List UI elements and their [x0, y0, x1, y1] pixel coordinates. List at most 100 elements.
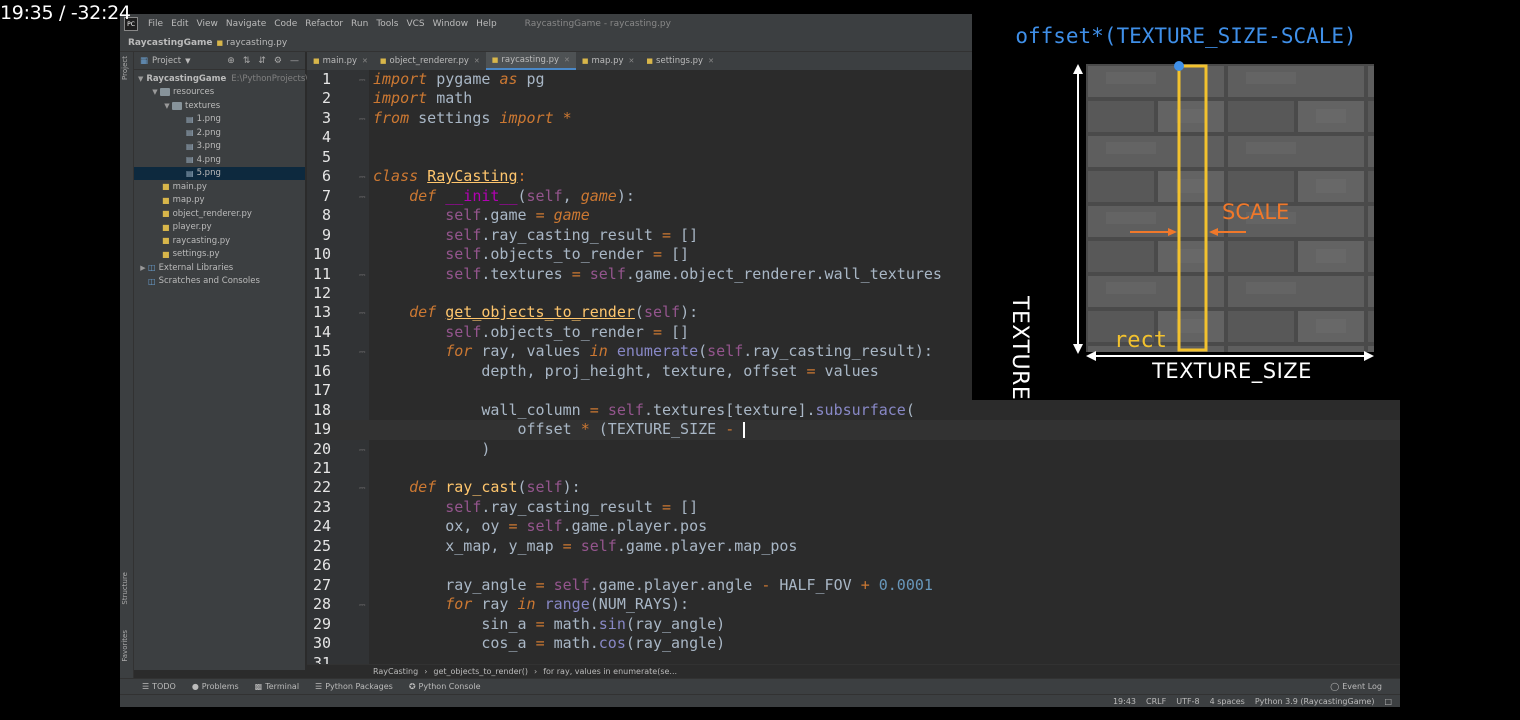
fold-marker-icon[interactable]: ⎓ — [359, 171, 368, 182]
tree-file[interactable]: ■ object_renderer.py — [134, 207, 305, 221]
fold-marker-icon[interactable]: ⎓ — [359, 74, 368, 85]
code-line[interactable]: 29 sin_a = math.sin(ray_angle) — [307, 615, 1400, 634]
menu-file[interactable]: File — [144, 19, 167, 29]
code-line[interactable]: 18 wall_column = self.textures[texture].… — [307, 401, 1400, 420]
code-text: from settings import * — [373, 108, 572, 127]
code-line[interactable]: 31 — [307, 654, 1400, 665]
tree-file[interactable]: ■ settings.py — [134, 248, 305, 262]
tree-file[interactable]: ▤ 2.png — [134, 126, 305, 140]
project-view-icon: ▦ — [140, 55, 149, 66]
code-line[interactable]: 27 ray_angle = self.game.player.angle - … — [307, 576, 1400, 595]
python-packages-tool-button[interactable]: ☰ Python Packages — [315, 682, 393, 691]
tree-external-libraries[interactable]: ▶ ◫ External Libraries — [134, 261, 305, 275]
close-icon[interactable]: ✕ — [629, 57, 635, 65]
menu-code[interactable]: Code — [270, 19, 301, 29]
fold-marker-icon[interactable]: ⎓ — [359, 269, 368, 280]
python-file-icon: ■ — [162, 182, 170, 192]
tree-root[interactable]: ▼ RaycastingGame E:\PythonProjects\ — [134, 72, 308, 86]
menu-refactor[interactable]: Refactor — [301, 19, 347, 29]
code-line[interactable]: 24 ox, oy = self.game.player.pos — [307, 517, 1400, 536]
caret-position[interactable]: 19:43 — [1113, 697, 1136, 706]
problems-tool-button[interactable]: ● Problems — [192, 682, 239, 691]
fold-marker-icon[interactable]: ⎓ — [359, 444, 368, 455]
menu-edit[interactable]: Edit — [167, 19, 192, 29]
tab-object-renderer[interactable]: ■ object_renderer.py ✕ — [374, 52, 486, 70]
structure-tool-tab[interactable]: Structure — [121, 572, 129, 605]
fold-marker-icon[interactable]: ⎓ — [359, 113, 368, 124]
file-encoding[interactable]: UTF-8 — [1176, 697, 1199, 706]
terminal-tool-button[interactable]: ▩ Terminal — [255, 682, 299, 691]
python-interpreter[interactable]: Python 3.9 (RaycastingGame) — [1255, 697, 1375, 706]
menu-run[interactable]: Run — [347, 19, 372, 29]
code-line[interactable]: 22 ⎓ def ray_cast(self): — [307, 478, 1400, 497]
gear-icon[interactable]: ⚙ — [274, 56, 282, 66]
tab-settings[interactable]: ■ settings.py ✕ — [640, 52, 720, 70]
close-icon[interactable]: ✕ — [474, 57, 480, 65]
code-line[interactable]: 26 — [307, 556, 1400, 575]
code-line[interactable]: 21 — [307, 459, 1400, 478]
code-line[interactable]: 23 self.ray_casting_result = [] — [307, 498, 1400, 517]
code-line-current[interactable]: 19 offset * (TEXTURE_SIZE - — [307, 420, 1400, 440]
tree-scratches[interactable]: ◫ Scratches and Consoles — [134, 275, 305, 289]
locate-icon[interactable]: ⊕ — [227, 56, 235, 66]
code-line[interactable]: 30 cos_a = math.cos(ray_angle) — [307, 634, 1400, 653]
close-icon[interactable]: ✕ — [708, 57, 714, 65]
breadcrumb-class[interactable]: RayCasting — [373, 667, 418, 676]
tree-file[interactable]: ▤ 3.png — [134, 140, 305, 154]
chevron-right-icon[interactable]: ▶ — [138, 264, 148, 272]
close-icon[interactable]: ✕ — [564, 56, 570, 64]
tree-file[interactable]: ▤ 4.png — [134, 153, 305, 167]
code-text: offset * (TEXTURE_SIZE - — [373, 420, 746, 439]
chevron-down-icon[interactable]: ▼ — [150, 88, 160, 96]
tree-file[interactable]: ▤ 1.png — [134, 113, 305, 127]
event-log-tool-button[interactable]: ◯ Event Log — [1330, 682, 1382, 691]
indent-setting[interactable]: 4 spaces — [1210, 697, 1245, 706]
nav-file[interactable]: ■ raycasting.py — [217, 38, 288, 48]
tab-raycasting[interactable]: ■ raycasting.py ✕ — [485, 52, 576, 70]
chevron-down-icon[interactable]: ▼ — [162, 102, 172, 110]
breadcrumb-method[interactable]: get_objects_to_render() — [433, 667, 528, 676]
line-separator[interactable]: CRLF — [1146, 697, 1166, 706]
tree-folder-textures[interactable]: ▼ textures — [134, 99, 305, 113]
python-console-tool-button[interactable]: ✪ Python Console — [409, 682, 481, 691]
menu-vcs[interactable]: VCS — [402, 19, 428, 29]
tree-file[interactable]: ■ main.py — [134, 180, 305, 194]
chevron-down-icon[interactable]: ▼ — [185, 57, 190, 65]
menu-view[interactable]: View — [193, 19, 222, 29]
tab-map[interactable]: ■ map.py ✕ — [576, 52, 641, 70]
tab-main[interactable]: ■ main.py ✕ — [307, 52, 374, 70]
fold-marker-icon[interactable]: ⎓ — [359, 599, 368, 610]
expand-all-icon[interactable]: ⇅ — [243, 56, 251, 66]
fold-marker-icon[interactable]: ⎓ — [359, 191, 368, 202]
tree-file-selected[interactable]: ▤ 5.png — [134, 166, 305, 180]
close-icon[interactable]: ✕ — [362, 57, 368, 65]
tree-file[interactable]: ■ map.py — [134, 194, 305, 208]
fold-marker-icon[interactable]: ⎓ — [359, 307, 368, 318]
menu-tools[interactable]: Tools — [372, 19, 402, 29]
favorites-tool-tab[interactable]: Favorites — [121, 630, 129, 662]
chevron-down-icon[interactable]: ▼ — [138, 75, 143, 83]
code-text: self.ray_casting_result = [] — [445, 225, 699, 244]
tree-file[interactable]: ■ raycasting.py — [134, 234, 305, 248]
menu-help[interactable]: Help — [472, 19, 501, 29]
line-number: 26 — [312, 556, 331, 575]
fold-marker-icon[interactable]: ⎓ — [359, 346, 368, 357]
code-line[interactable]: 28 ⎓ for ray in range(NUM_RAYS): — [307, 595, 1400, 614]
hide-icon[interactable]: — — [290, 56, 299, 66]
menu-navigate[interactable]: Navigate — [222, 19, 270, 29]
python-file-icon: ■ — [162, 222, 170, 232]
tree-file[interactable]: ■ player.py — [134, 221, 305, 235]
tree-folder-resources[interactable]: ▼ resources — [134, 86, 305, 100]
project-tool-tab[interactable]: Project — [121, 56, 129, 80]
menu-window[interactable]: Window — [429, 19, 473, 29]
code-text: self.objects_to_render = [] — [445, 322, 690, 341]
breadcrumb-loop[interactable]: for ray, values in enumerate(se... — [543, 667, 677, 676]
nav-project[interactable]: RaycastingGame — [120, 38, 217, 48]
code-line[interactable]: 25 x_map, y_map = self.game.player.map_p… — [307, 537, 1400, 556]
collapse-all-icon[interactable]: ⇵ — [258, 56, 266, 66]
fold-marker-icon[interactable]: ⎓ — [359, 482, 368, 493]
project-panel-title[interactable]: Project — [152, 56, 181, 66]
code-line[interactable]: 20 ⎓ ) — [307, 440, 1400, 459]
todo-tool-button[interactable]: ☰ TODO — [142, 682, 176, 691]
lock-icon[interactable]: □ — [1384, 697, 1392, 706]
